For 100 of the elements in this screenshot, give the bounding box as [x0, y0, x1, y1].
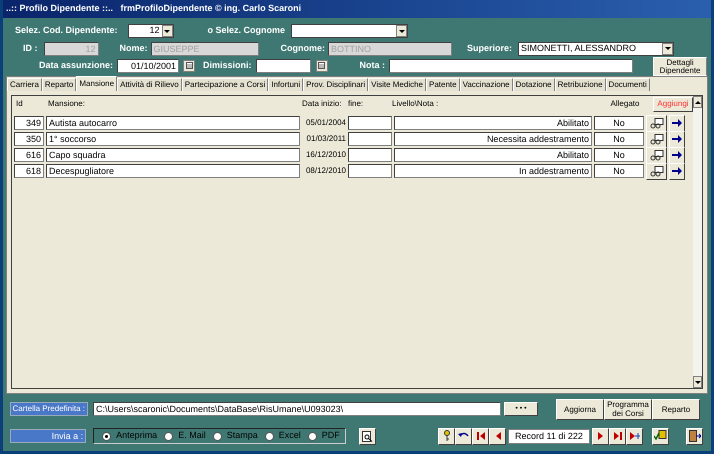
action-button[interactable]: Aggiorna [556, 398, 604, 420]
column-header: Data inizio: [302, 98, 343, 110]
field-label: ID : [23, 42, 38, 55]
radio-option[interactable]: Anteprima [102, 429, 158, 443]
table-cell-text: 16/12/2010 [304, 149, 346, 161]
help-button[interactable] [438, 428, 455, 444]
column-header: fine: [348, 98, 364, 110]
input-field[interactable]: C:\Users\scaronic\Documents\DataBase\RisUmane\U093023\ [93, 402, 501, 416]
table-cell[interactable]: No [594, 164, 644, 178]
table-cell[interactable]: 1° soccorso [46, 132, 300, 146]
record-counter: Record 11 di 222 [508, 428, 590, 444]
table-cell[interactable]: Necessita addestramento [394, 132, 592, 146]
tab[interactable]: Retribuzione [554, 78, 606, 91]
open-button[interactable] [669, 146, 685, 164]
table-cell[interactable] [348, 148, 392, 162]
attachment-button[interactable] [646, 114, 667, 132]
preview-button[interactable] [359, 428, 376, 444]
glasses-icon [650, 150, 664, 160]
first-record-button[interactable] [472, 428, 489, 444]
last-record-button[interactable] [609, 428, 626, 444]
next-record-button[interactable] [592, 428, 609, 444]
attachment-button[interactable] [646, 130, 667, 148]
field-label: Dimissioni: [203, 58, 252, 72]
radio-option[interactable]: PDF [308, 429, 340, 443]
tab[interactable]: Vaccinazione [460, 78, 513, 91]
table-cell[interactable]: No [594, 148, 644, 162]
table-cell[interactable]: 350 [14, 132, 44, 146]
tab[interactable]: Prov. Disciplinari [303, 78, 368, 91]
magnifier-icon [362, 430, 373, 442]
undo-button[interactable] [455, 428, 472, 444]
tab[interactable]: Reparto [42, 78, 76, 91]
field-label: Selez. Cod. Dipendente: [15, 24, 118, 38]
previous-record-button[interactable] [489, 428, 506, 444]
open-button[interactable] [669, 162, 685, 180]
glasses-icon [650, 166, 664, 176]
table-cell[interactable]: Capo squadra [46, 148, 300, 162]
last-icon [614, 432, 622, 440]
action-button[interactable]: Reparto [652, 398, 700, 420]
table-cell[interactable] [348, 132, 392, 146]
input-field[interactable]: 01/10/2001 [117, 58, 180, 72]
table-cell[interactable]: 349 [14, 116, 44, 130]
table-cell[interactable]: 618 [14, 164, 44, 178]
radio-option[interactable]: Stampa [212, 429, 258, 443]
field-label: Superiore: [467, 42, 512, 55]
tab[interactable]: Attività di Rilievo [117, 78, 182, 91]
open-button[interactable] [669, 130, 685, 148]
tab[interactable]: Mansione [76, 76, 118, 91]
first-icon [476, 432, 484, 440]
previous-icon [494, 432, 500, 440]
field-label: Data assunzione: [39, 58, 114, 72]
tab[interactable]: Patente [426, 78, 460, 91]
table-cell-text: 01/03/2011 [306, 133, 346, 145]
dropdown-field[interactable]: SIMONETTI, ALESSANDRO [518, 42, 674, 56]
radio-option[interactable]: E. Mail [164, 429, 206, 443]
calendar-icon [186, 62, 193, 69]
tab[interactable]: Visite Mediche [368, 78, 426, 91]
table-cell[interactable] [348, 116, 392, 130]
radio-option[interactable]: Excel [264, 429, 301, 443]
tab[interactable]: Dotazione [512, 78, 555, 91]
calendar-icon [318, 62, 326, 69]
table-cell[interactable]: Abilitato [394, 116, 592, 130]
glasses-icon [650, 118, 664, 128]
table-cell[interactable]: No [594, 132, 644, 146]
dropdown-field[interactable] [291, 24, 408, 38]
table-cell[interactable]: Abilitato [394, 148, 592, 162]
tab[interactable]: Carriera [7, 78, 42, 91]
attachment-button[interactable] [646, 162, 667, 180]
details-tab-button[interactable]: Dettagli Dipendente [653, 57, 708, 76]
calendar-button[interactable] [183, 60, 196, 72]
table-cell[interactable]: Decespugliatore [46, 164, 300, 178]
scrollbar[interactable] [693, 96, 702, 388]
tab[interactable]: Documenti [606, 78, 650, 91]
table-cell[interactable]: No [594, 116, 644, 130]
calendar-button[interactable] [316, 60, 328, 72]
table-cell[interactable] [348, 164, 392, 178]
folder-label: Cartella Predefinita : [10, 402, 88, 416]
key-icon [442, 430, 450, 442]
field-label: Nota : [360, 58, 386, 72]
tab[interactable]: Infortuni [268, 78, 304, 91]
table-cell[interactable]: 616 [14, 148, 44, 162]
glasses-icon [650, 134, 664, 144]
dropdown-field[interactable]: 12 [128, 24, 174, 38]
open-button[interactable] [669, 114, 685, 132]
document-check-icon [654, 430, 667, 442]
column-header: Allegato [610, 98, 640, 110]
send-to-label: Invia a : [10, 429, 86, 443]
column-header: Livello\Nota : [392, 98, 440, 110]
exit-button[interactable] [686, 428, 703, 444]
table-cell[interactable]: In addestramento [394, 164, 592, 178]
table-cell-text: 08/12/2010 [304, 165, 346, 177]
input-field[interactable] [389, 58, 634, 72]
table-cell[interactable]: Autista autocarro [46, 116, 300, 130]
new-record-button[interactable] [626, 428, 643, 444]
table-cell-text: 05/01/2004 [304, 117, 346, 129]
attachment-button[interactable] [646, 146, 667, 164]
column-header: Mansione: [48, 98, 86, 110]
action-button[interactable]: Programma dei Corsi [604, 398, 652, 420]
input-field[interactable] [256, 58, 311, 72]
tab[interactable]: Partecipazione a Corsi [182, 78, 268, 91]
report-button[interactable] [652, 428, 669, 444]
